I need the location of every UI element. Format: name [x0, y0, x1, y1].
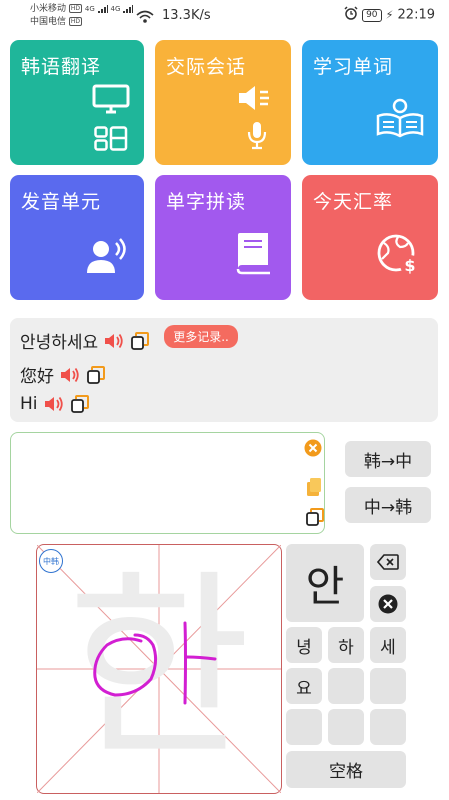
translation-input[interactable] — [10, 432, 325, 534]
carrier-1: 小米移动 — [30, 4, 67, 14]
speaker-icon[interactable] — [44, 395, 64, 413]
history-item[interactable]: 您好 — [20, 362, 106, 387]
battery-indicator: 90 — [362, 8, 382, 22]
net-speed: 13.3K/s — [162, 8, 211, 23]
clear-icon[interactable] — [304, 439, 322, 457]
tile-learn-words[interactable]: 学习单词 — [302, 40, 438, 165]
layout-icon — [94, 126, 128, 151]
backspace-icon — [377, 554, 399, 570]
copy-icon[interactable] — [70, 394, 90, 414]
reading-icon — [376, 98, 424, 138]
speaking-person-icon — [87, 238, 126, 273]
monitor-icon — [92, 84, 130, 114]
wifi-icon — [136, 9, 154, 28]
candidate-key[interactable]: 녕 — [286, 627, 322, 663]
copy-icon[interactable] — [305, 507, 325, 527]
carrier-2: 中国电信 — [30, 17, 67, 27]
copy-icon[interactable] — [130, 331, 150, 351]
paste-icon[interactable] — [305, 477, 323, 497]
signal-icon — [123, 4, 134, 13]
speaker-icon — [239, 86, 269, 110]
book-icon — [236, 233, 270, 275]
history-item[interactable]: 안녕하세요 更多记录.. — [20, 325, 238, 353]
korean-to-chinese-button[interactable]: 韩→中 — [345, 441, 431, 477]
tile-pronunciation[interactable]: 发音单元 — [10, 175, 144, 300]
handwriting-stroke — [93, 621, 217, 705]
status-bar: 小米移动 HD 4G 4G 中国电信 HD 13.3K/s 90 ⚡ 22:19 — [30, 4, 435, 28]
chinese-to-korean-button[interactable]: 中→韩 — [345, 487, 431, 523]
speaker-icon[interactable] — [60, 366, 80, 384]
clear-icon — [378, 594, 398, 614]
tile-spelling[interactable]: 单字拼读 — [155, 175, 291, 300]
tile-korean-translate[interactable]: 韩语翻译 — [10, 40, 144, 165]
candidate-key[interactable] — [370, 668, 406, 704]
handwriting-pad[interactable]: 한 中韩 — [36, 544, 282, 794]
tile-exchange-rate[interactable]: 今天汇率 $ — [302, 175, 438, 300]
space-button[interactable]: 空格 — [286, 751, 406, 788]
history-item[interactable]: Hi — [20, 394, 90, 414]
candidate-key[interactable] — [286, 709, 322, 745]
input-mode-badge[interactable]: 中韩 — [39, 549, 63, 573]
candidate-key[interactable] — [370, 709, 406, 745]
candidate-key[interactable]: 요 — [286, 668, 322, 704]
more-history-button[interactable]: 更多记录.. — [164, 325, 238, 348]
tile-conversation[interactable]: 交际会话 — [155, 40, 291, 165]
signal-icon — [97, 4, 108, 13]
candidate-key[interactable] — [328, 668, 364, 704]
candidate-key[interactable]: 하 — [328, 627, 364, 663]
backspace-button[interactable] — [370, 544, 406, 580]
candidate-key[interactable]: 세 — [370, 627, 406, 663]
clock: 22:19 — [397, 7, 435, 23]
main-candidate[interactable]: 안 — [286, 544, 364, 622]
candidate-key[interactable] — [328, 709, 364, 745]
history-panel: 안녕하세요 更多记录.. 您好 Hi — [10, 318, 438, 422]
copy-icon[interactable] — [86, 365, 106, 385]
globe-dollar-icon: $ — [377, 234, 420, 275]
alarm-icon — [344, 6, 358, 24]
clear-all-button[interactable] — [370, 586, 406, 622]
svg-text:$: $ — [404, 256, 415, 275]
speaker-icon[interactable] — [104, 332, 124, 350]
microphone-icon — [247, 122, 267, 150]
